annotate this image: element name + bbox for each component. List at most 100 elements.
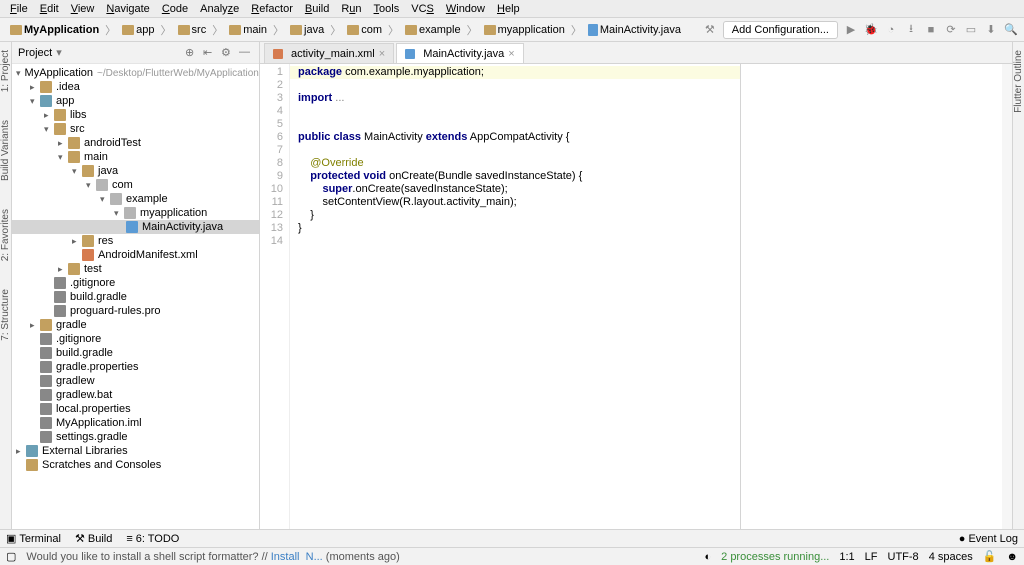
tree-node[interactable]: ▾example xyxy=(12,192,259,206)
caret-position[interactable]: 1:1 xyxy=(839,551,854,563)
tree-node[interactable]: proguard-rules.pro xyxy=(12,304,259,318)
install-link[interactable]: Install xyxy=(271,551,300,563)
chevron-icon[interactable]: ▸ xyxy=(72,236,82,247)
tool-tab-favorites[interactable]: 2: Favorites xyxy=(0,205,11,265)
panel-title[interactable]: Project▾ xyxy=(18,46,181,59)
attach-icon[interactable]: ⭳ xyxy=(904,23,918,37)
tool-tab-structure[interactable]: 7: Structure xyxy=(0,285,11,345)
tree-node[interactable]: ▾myapplication xyxy=(12,206,259,220)
project-tree[interactable]: ▾MyApplication~/Desktop/FlutterWeb/MyApp… xyxy=(12,64,259,529)
chevron-icon[interactable]: ▸ xyxy=(16,446,26,457)
tree-node[interactable]: gradlew xyxy=(12,374,259,388)
hide-icon[interactable]: — xyxy=(239,46,253,60)
tab-terminal[interactable]: ▣ Terminal xyxy=(6,532,61,545)
inspection-profile-icon[interactable]: ☻ xyxy=(1006,551,1018,563)
breadcrumb-item[interactable]: MyApplication xyxy=(6,24,103,36)
encoding[interactable]: UTF-8 xyxy=(888,551,919,563)
chevron-icon[interactable]: ▾ xyxy=(114,208,124,219)
tree-node[interactable]: build.gradle xyxy=(12,346,259,360)
menu-analyze[interactable]: Analyze xyxy=(194,3,245,15)
chevron-icon[interactable]: ▸ xyxy=(58,264,68,275)
error-stripe[interactable] xyxy=(1002,64,1012,529)
code-editor[interactable]: package com.example.myapplication; impor… xyxy=(290,64,740,529)
tree-node[interactable]: ▾MyApplication~/Desktop/FlutterWeb/MyApp… xyxy=(12,66,259,80)
tree-node[interactable]: build.gradle xyxy=(12,290,259,304)
menu-tools[interactable]: Tools xyxy=(368,3,406,15)
tree-node[interactable]: ▾app xyxy=(12,94,259,108)
chevron-icon[interactable]: ▸ xyxy=(44,110,54,121)
tree-node[interactable]: MyApplication.iml xyxy=(12,416,259,430)
menu-view[interactable]: View xyxy=(65,3,101,15)
breadcrumb-item[interactable]: main xyxy=(225,24,271,36)
tree-node[interactable]: settings.gradle xyxy=(12,430,259,444)
chevron-icon[interactable]: ▾ xyxy=(72,166,82,177)
breadcrumb-item[interactable]: java xyxy=(286,24,328,36)
tree-node[interactable]: ▾src xyxy=(12,122,259,136)
breadcrumb-item[interactable]: MainActivity.java xyxy=(584,24,685,36)
menu-build[interactable]: Build xyxy=(299,3,335,15)
close-icon[interactable]: × xyxy=(508,48,514,60)
bg-tasks-icon[interactable]: ◐ xyxy=(704,551,711,563)
menu-file[interactable]: File xyxy=(4,3,34,15)
menu-run[interactable]: Run xyxy=(335,3,367,15)
tree-node[interactable]: ▸.idea xyxy=(12,80,259,94)
close-icon[interactable]: × xyxy=(379,48,385,60)
menu-code[interactable]: Code xyxy=(156,3,194,15)
chevron-icon[interactable]: ▾ xyxy=(100,194,110,205)
tree-node[interactable]: ▾java xyxy=(12,164,259,178)
tab-event-log[interactable]: ● Event Log xyxy=(959,533,1018,545)
tree-node[interactable]: ▸External Libraries xyxy=(12,444,259,458)
collapse-icon[interactable]: ⇤ xyxy=(203,46,217,60)
tool-tab-project[interactable]: 1: Project xyxy=(0,46,11,96)
gear-icon[interactable]: ⚙ xyxy=(221,46,235,60)
locate-icon[interactable]: ⊕ xyxy=(185,46,199,60)
run-icon[interactable]: ▶ xyxy=(844,23,858,37)
menu-window[interactable]: Window xyxy=(440,3,491,15)
menu-edit[interactable]: Edit xyxy=(34,3,65,15)
breadcrumb-item[interactable]: myapplication xyxy=(480,24,569,36)
indent[interactable]: 4 spaces xyxy=(929,551,973,563)
chevron-icon[interactable]: ▾ xyxy=(58,152,68,163)
menu-refactor[interactable]: Refactor xyxy=(245,3,299,15)
tree-node[interactable]: ▸androidTest xyxy=(12,136,259,150)
avd-icon[interactable]: ▭ xyxy=(964,23,978,37)
search-icon[interactable]: 🔍 xyxy=(1004,23,1018,37)
tree-node[interactable]: ▸res xyxy=(12,234,259,248)
sync-icon[interactable]: ⟳ xyxy=(944,23,958,37)
add-configuration-button[interactable]: Add Configuration... xyxy=(723,21,838,39)
tree-node[interactable]: ▾com xyxy=(12,178,259,192)
build-hammer-icon[interactable]: ⚒ xyxy=(703,23,717,37)
debug-icon[interactable]: 🐞 xyxy=(864,23,878,37)
chevron-icon[interactable]: ▾ xyxy=(44,124,54,135)
chevron-icon[interactable]: ▾ xyxy=(30,96,40,107)
chevron-icon[interactable]: ▸ xyxy=(58,138,68,149)
chevron-icon[interactable]: ▾ xyxy=(16,68,21,79)
tab-todo[interactable]: ≡ 6: TODO xyxy=(126,533,179,545)
tree-node[interactable]: ▸gradle xyxy=(12,318,259,332)
readonly-lock-icon[interactable]: 🔓 xyxy=(983,550,997,563)
tree-node[interactable]: ▸test xyxy=(12,262,259,276)
stop-icon[interactable]: ■ xyxy=(924,23,938,37)
tree-node[interactable]: AndroidManifest.xml xyxy=(12,248,259,262)
tab-build[interactable]: ⚒ Build xyxy=(75,532,112,545)
status-window-icon[interactable]: ▢ xyxy=(6,550,16,563)
profiler-icon[interactable]: ◔ xyxy=(884,23,898,37)
tree-node[interactable]: MainActivity.java xyxy=(12,220,259,234)
tool-tab-build-variants[interactable]: Build Variants xyxy=(0,116,11,185)
menu-navigate[interactable]: Navigate xyxy=(100,3,155,15)
tree-node[interactable]: gradlew.bat xyxy=(12,388,259,402)
chevron-icon[interactable]: ▾ xyxy=(86,180,96,191)
breadcrumb-item[interactable]: app xyxy=(118,24,158,36)
menu-help[interactable]: Help xyxy=(491,3,526,15)
tool-tab-flutter-outline[interactable]: Flutter Outline xyxy=(1013,46,1024,117)
processes-link[interactable]: 2 processes running... xyxy=(721,551,829,563)
breadcrumb[interactable]: MyApplication〉app〉src〉main〉java〉com〉exam… xyxy=(6,22,703,38)
breadcrumb-item[interactable]: example xyxy=(401,24,465,36)
line-ending[interactable]: LF xyxy=(865,551,878,563)
chevron-icon[interactable]: ▸ xyxy=(30,82,40,93)
tree-node[interactable]: .gitignore xyxy=(12,332,259,346)
editor-tab[interactable]: MainActivity.java× xyxy=(396,43,524,63)
tree-node[interactable]: local.properties xyxy=(12,402,259,416)
editor-tab[interactable]: activity_main.xml× xyxy=(264,43,394,63)
breadcrumb-item[interactable]: src xyxy=(174,24,211,36)
